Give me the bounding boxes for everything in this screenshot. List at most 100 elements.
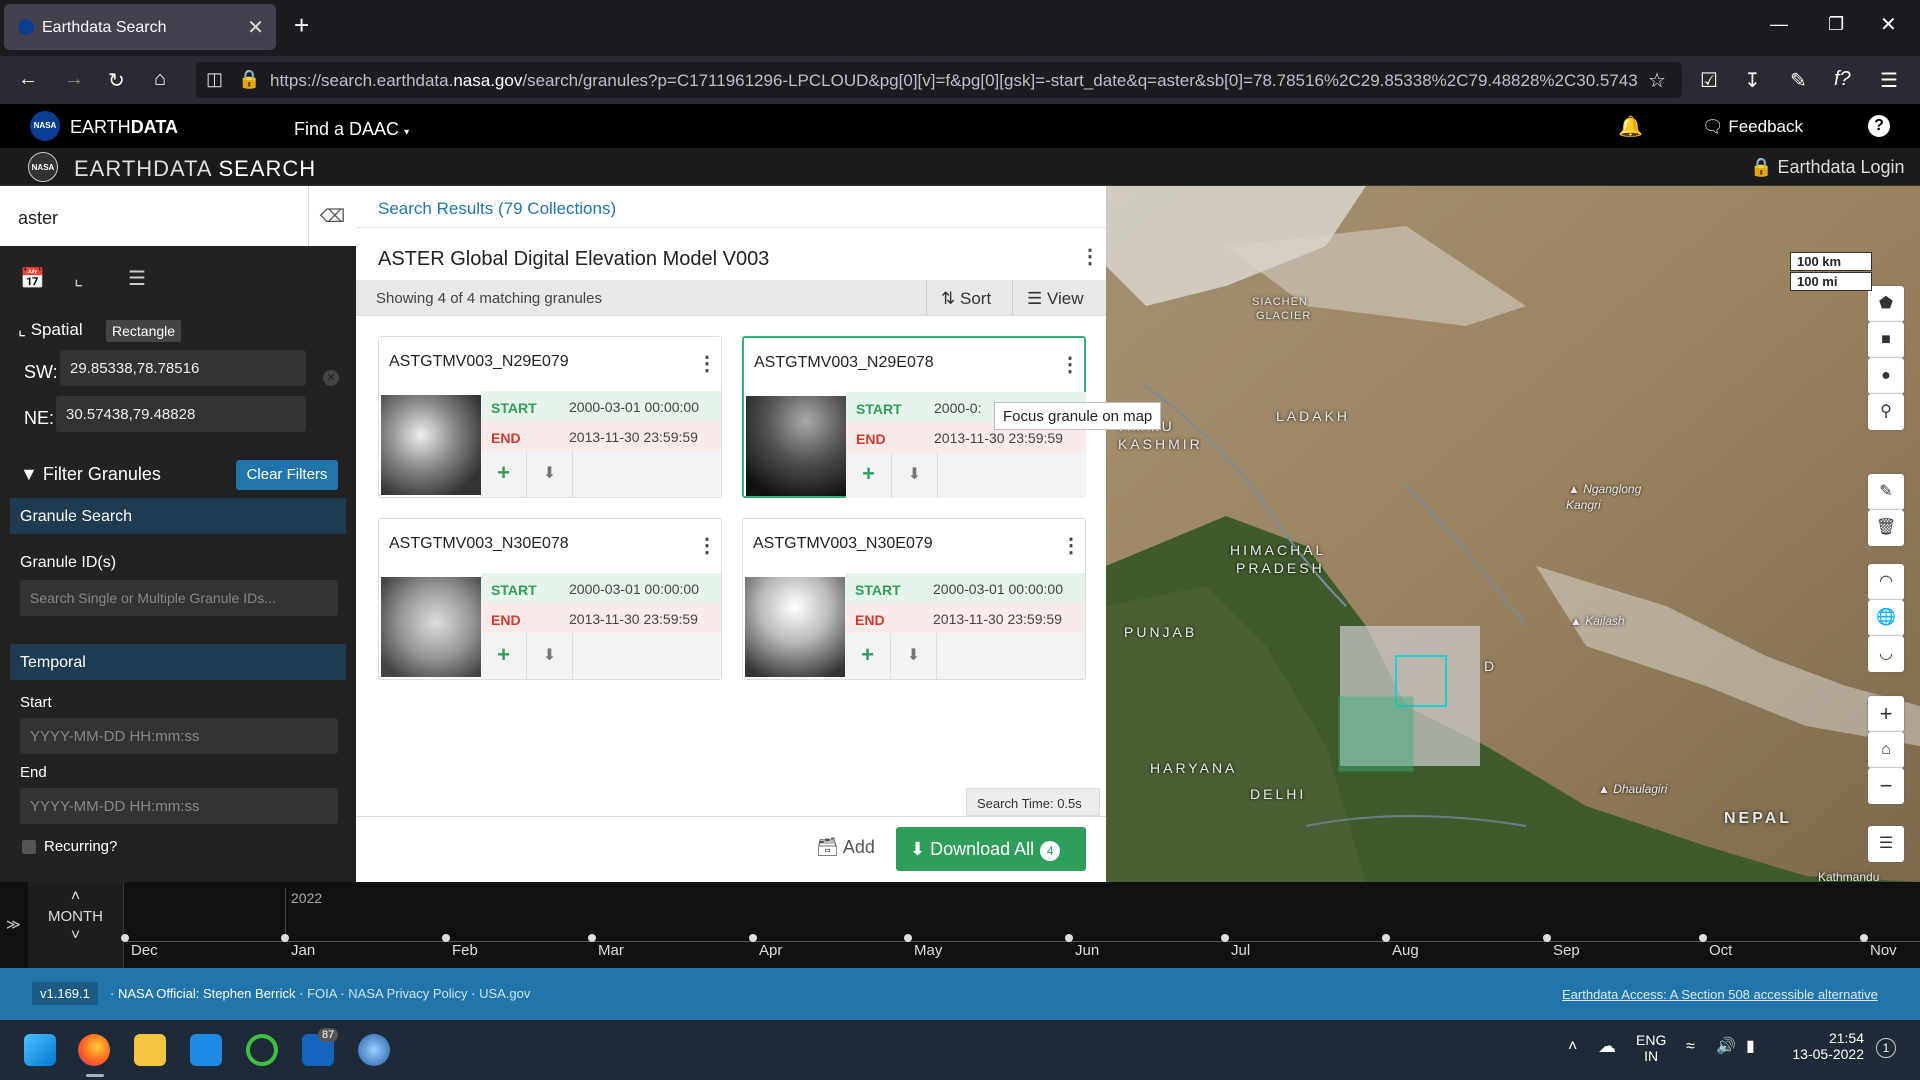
add-button[interactable]: 🗃 Add <box>816 837 875 858</box>
clear-filters-button[interactable]: Clear Filters <box>236 460 338 490</box>
nasa-meatball-icon[interactable]: NASA <box>28 152 58 182</box>
extension-pen-icon[interactable]: ✎ <box>1790 68 1807 93</box>
add-granule-plus-icon[interactable]: + <box>845 633 891 679</box>
granule-card[interactable]: ASTGTMV003_N30E078 ⋮ START 2000-03-01 00:… <box>378 518 722 680</box>
recurring-checkbox[interactable] <box>22 840 36 854</box>
home-zoom-icon[interactable]: ⌂ <box>1868 732 1904 768</box>
zoom-down-chevron-icon[interactable]: ˅ <box>28 927 123 945</box>
help-icon[interactable]: ? <box>1868 115 1890 137</box>
granule-card[interactable]: ASTGTMV003_N29E079 ⋮ START 2000-03-01 00:… <box>378 336 722 498</box>
pocket-icon[interactable]: ☑ <box>1700 68 1718 93</box>
crop-icon[interactable]: ⌞ <box>74 266 83 291</box>
download-all-button[interactable]: ⬇ Download All 4 <box>896 827 1086 871</box>
granule-more-icon[interactable]: ⋮ <box>697 533 717 558</box>
tab-close-icon[interactable]: ✕ <box>247 15 264 40</box>
minimize-icon[interactable]: — <box>1770 14 1788 35</box>
granule-footprints[interactable] <box>1338 626 1480 772</box>
granule-card[interactable]: ASTGTMV003_N30E079 ⋮ START 2000-03-01 00:… <box>742 518 1086 680</box>
wifi-icon[interactable]: ≈ <box>1686 1038 1695 1056</box>
sort-button[interactable]: ⇅ Sort <box>926 280 1012 316</box>
downloads-icon[interactable]: ↧ <box>1744 68 1761 93</box>
granule-more-icon[interactable]: ⋮ <box>697 351 717 376</box>
usagov-link[interactable]: USA.gov <box>479 986 530 1001</box>
reload-icon[interactable]: ↻ <box>108 68 125 93</box>
privacy-policy-link[interactable]: NASA Privacy Policy <box>348 986 467 1001</box>
notification-icon[interactable]: 1 <box>1876 1038 1896 1058</box>
download-granule-icon[interactable]: ⬇ <box>892 452 938 498</box>
menu-icon[interactable]: ☰ <box>1880 68 1898 93</box>
timeline-collapse-icon[interactable]: ≫ <box>6 916 21 933</box>
zoom-out-icon[interactable]: − <box>1868 768 1904 804</box>
formula-extension-icon[interactable]: f? <box>1834 68 1851 91</box>
find-daac-menu[interactable]: Find a DAAC ▾ <box>294 119 409 140</box>
temporal-section[interactable]: Temporal <box>10 644 346 680</box>
forward-icon[interactable]: → <box>64 68 84 91</box>
search-input[interactable]: aster <box>18 208 58 229</box>
start-menu-icon[interactable] <box>24 1034 56 1066</box>
add-granule-plus-icon[interactable]: + <box>846 452 892 498</box>
add-granule-plus-icon[interactable]: + <box>481 633 527 679</box>
arctic-projection-icon[interactable]: ◠ <box>1868 564 1904 600</box>
edit-shape-icon[interactable]: ✎ <box>1868 474 1904 510</box>
sliders-icon[interactable]: ☰ <box>128 266 146 291</box>
granule-more-icon[interactable]: ⋮ <box>1061 533 1081 558</box>
clock[interactable]: 21:54 13-05-2022 <box>1784 1030 1864 1062</box>
bookmark-star-icon[interactable]: ☆ <box>1648 68 1666 93</box>
zoom-up-chevron-icon[interactable]: ˄ <box>28 888 123 906</box>
earthdata-search-brand[interactable]: EARTHDATA SEARCH <box>74 156 316 182</box>
granule-more-icon[interactable]: ⋮ <box>1060 352 1080 377</box>
lock-icon[interactable]: 🔒 <box>238 69 260 90</box>
remove-spatial-icon[interactable]: ✕ <box>323 370 339 386</box>
vscode-icon[interactable] <box>190 1034 222 1066</box>
start-date-input[interactable]: YYYY-MM-DD HH:mm:ss <box>20 718 338 754</box>
end-date-input[interactable]: YYYY-MM-DD HH:mm:ss <box>20 788 338 824</box>
battery-icon[interactable]: ▮ <box>1746 1036 1755 1056</box>
browser-tab[interactable]: Earthdata Search ✕ <box>4 4 276 50</box>
download-granule-icon[interactable]: ⬇ <box>891 633 937 679</box>
maximize-icon[interactable]: ❐ <box>1828 14 1844 35</box>
bell-icon[interactable]: 🔔 <box>1618 114 1643 139</box>
draw-rectangle-icon[interactable]: ■ <box>1868 322 1904 358</box>
antarctic-projection-icon[interactable]: ◡ <box>1868 636 1904 672</box>
collection-more-icon[interactable]: ⋮ <box>1080 244 1100 269</box>
draw-polygon-icon[interactable]: ⬟ <box>1868 286 1904 322</box>
calendar-icon[interactable]: 📅 <box>20 266 45 291</box>
close-window-icon[interactable]: ✕ <box>1880 12 1897 37</box>
delete-shape-icon[interactable]: 🗑 <box>1868 510 1904 546</box>
add-granule-plus-icon[interactable]: + <box>481 451 527 497</box>
timeline-zoom-control[interactable]: ˄ MONTH ˅ <box>28 882 124 968</box>
new-tab-button[interactable]: + <box>294 10 309 41</box>
back-icon[interactable]: ← <box>18 68 38 91</box>
firefox-icon[interactable] <box>78 1034 110 1066</box>
draw-point-icon[interactable]: ⚲ <box>1868 394 1904 430</box>
search-results-link[interactable]: Search Results (79 Collections) <box>378 199 616 219</box>
clear-search-eraser-icon[interactable]: ⌫ <box>308 186 356 246</box>
refresh-app-icon[interactable] <box>246 1034 278 1066</box>
foia-link[interactable]: FOIA <box>307 986 337 1001</box>
volume-icon[interactable]: 🔊 <box>1716 1036 1736 1056</box>
nasa-logo-icon[interactable]: NASA <box>30 111 60 141</box>
search-app-icon[interactable] <box>358 1034 390 1066</box>
feedback-link[interactable]: 🗨 Feedback <box>1702 117 1803 137</box>
file-explorer-icon[interactable] <box>134 1034 166 1066</box>
layers-icon[interactable]: ☰ <box>1868 826 1904 862</box>
download-granule-icon[interactable]: ⬇ <box>527 451 573 497</box>
language-indicator[interactable]: ENG IN <box>1636 1032 1666 1064</box>
earthdata-brand[interactable]: EARTHDATA <box>70 117 178 138</box>
ne-coordinates-input[interactable]: 30.57438,79.48828 <box>56 396 306 432</box>
granule-search-section[interactable]: Granule Search <box>10 498 346 534</box>
download-granule-icon[interactable]: ⬇ <box>527 633 573 679</box>
timeline[interactable]: ≫ ˄ MONTH ˅ 2022 Dec Jan Feb Mar Apr May… <box>0 882 1920 968</box>
login-link[interactable]: 🔒 Earthdata Login <box>1750 157 1905 178</box>
accessible-alternative-link[interactable]: Earthdata Access: A Section 508 accessib… <box>1562 987 1878 1002</box>
chevron-up-icon[interactable]: ˄ <box>1568 1038 1577 1056</box>
globe-projection-icon[interactable]: 🌐 <box>1868 600 1904 636</box>
home-icon[interactable]: ⌂ <box>154 68 166 91</box>
onedrive-cloud-icon[interactable]: ☁ <box>1598 1036 1616 1057</box>
url-bar[interactable]: ◫ 🔒 https://search.earthdata.nasa.gov/se… <box>196 62 1682 98</box>
view-button[interactable]: ☰ View <box>1012 280 1106 316</box>
draw-circle-icon[interactable]: ● <box>1868 358 1904 394</box>
sw-coordinates-input[interactable]: 29.85338,78.78516 <box>60 350 306 386</box>
granule-ids-input[interactable]: Search Single or Multiple Granule IDs... <box>20 580 338 616</box>
shield-icon[interactable]: ◫ <box>206 69 223 90</box>
